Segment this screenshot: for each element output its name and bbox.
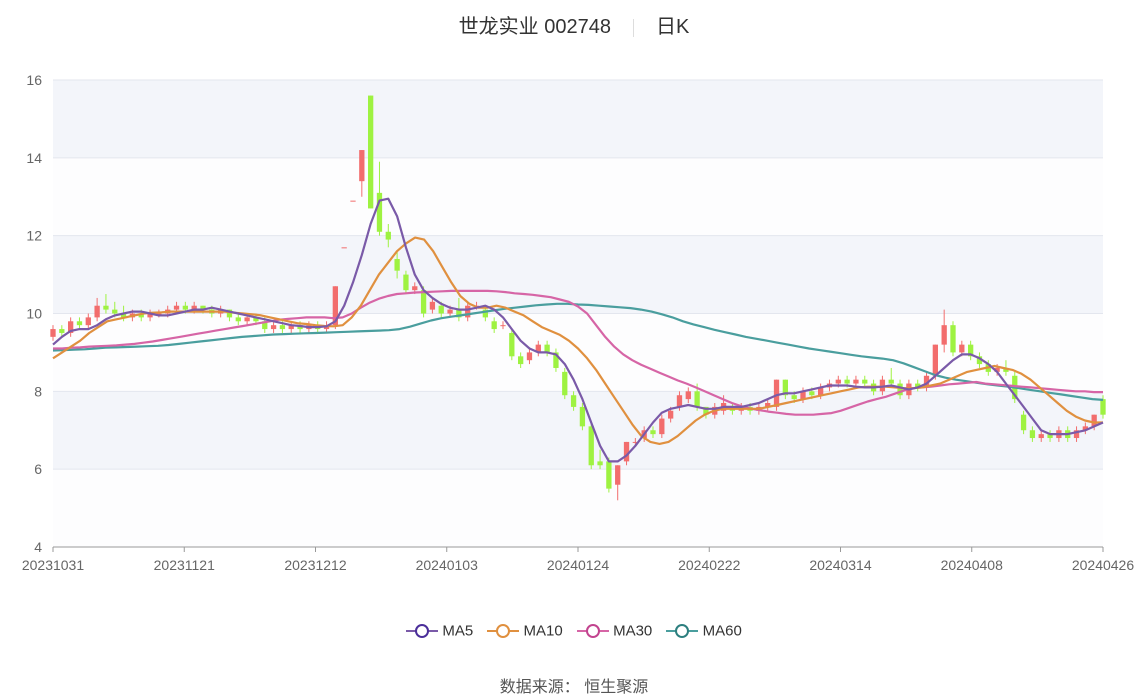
- candle-body: [570, 395, 577, 407]
- candle-body: [694, 391, 700, 407]
- y-tick-label: 14: [26, 150, 42, 166]
- candle-body: [588, 426, 594, 466]
- ma5-legend-icon: [406, 624, 439, 639]
- candle-body: [888, 379, 894, 384]
- candle-body: [1100, 399, 1106, 415]
- candle-body: [959, 344, 965, 353]
- candle-body: [341, 247, 347, 249]
- candle-body: [650, 430, 656, 435]
- grid-band: [53, 80, 1103, 158]
- legend-ma5[interactable]: MA5: [406, 622, 473, 640]
- candle-body: [791, 395, 797, 400]
- candle-body: [394, 259, 400, 271]
- candle-body: [50, 329, 56, 337]
- candle-body: [103, 305, 109, 310]
- candle-body: [279, 325, 286, 330]
- candle-body: [853, 379, 859, 384]
- x-tick-label: 20240124: [547, 557, 610, 573]
- candle-body: [182, 305, 188, 310]
- candle-body: [438, 305, 444, 314]
- data-source: 数据来源： 恒生聚源: [499, 679, 649, 696]
- y-tick-label: 4: [34, 539, 42, 555]
- candle-body: [1020, 414, 1027, 431]
- y-tick-label: 8: [34, 383, 42, 399]
- candle-body: [350, 200, 356, 202]
- candle-body: [676, 395, 683, 407]
- ma60-legend-icon: [666, 624, 699, 639]
- candle-body: [112, 309, 118, 314]
- candle-body: [544, 344, 550, 353]
- candle-body: [526, 352, 533, 361]
- candle-body: [597, 461, 603, 466]
- candle-body: [773, 379, 780, 407]
- candle-body: [403, 274, 409, 291]
- legend-ma60[interactable]: MA60: [666, 622, 742, 640]
- ma30-legend-icon: [576, 624, 609, 639]
- candle-body: [835, 379, 841, 384]
- candle-body: [685, 391, 691, 400]
- candle-body: [412, 286, 418, 291]
- kline-chart: 4 6 8 10 12 14 16 20231031 20231121 20231212 20240…: [22, 72, 1135, 573]
- candle-body: [623, 441, 630, 462]
- candle-body: [941, 325, 947, 345]
- candle-body: [615, 465, 621, 485]
- candle-body: [85, 317, 91, 326]
- candle-body: [844, 379, 850, 384]
- grid-band: [53, 235, 1103, 314]
- candle-body: [447, 309, 453, 314]
- legend-label: MA30: [613, 622, 653, 640]
- legend: MA5 MA10 MA30 MA60: [0, 622, 1148, 640]
- x-tick-label: 20240222: [678, 557, 741, 573]
- x-tick-label: 20240426: [1072, 557, 1135, 573]
- x-tick-label: 20240103: [416, 557, 479, 573]
- candle-body: [562, 371, 568, 396]
- x-tick-label: 20240408: [941, 557, 1004, 573]
- candle-body: [491, 321, 497, 330]
- y-tick-label: 16: [26, 72, 42, 88]
- candle-body: [244, 317, 250, 322]
- candle-body: [606, 461, 612, 489]
- legend-label: MA60: [702, 622, 742, 640]
- legend-label: MA10: [523, 622, 563, 640]
- candle-body: [376, 192, 383, 232]
- x-tick-label: 20240314: [809, 557, 872, 573]
- candle-body: [659, 418, 665, 435]
- candle-body: [173, 305, 180, 310]
- candle-body: [235, 317, 241, 322]
- candle-body: [932, 344, 938, 376]
- candle-body: [76, 321, 83, 326]
- candle-body: [579, 406, 586, 427]
- legend-label: MA5: [442, 622, 474, 640]
- ma10-legend-icon: [487, 624, 520, 639]
- x-tick-label: 20231031: [22, 557, 85, 573]
- candle-body: [368, 95, 374, 209]
- candle-body: [950, 325, 956, 353]
- y-tick-label: 6: [34, 461, 42, 477]
- candle-body: [59, 329, 65, 333]
- candle-body: [1038, 434, 1044, 439]
- candle-body: [809, 391, 815, 396]
- candle-body: [518, 356, 524, 365]
- candle-body: [509, 332, 515, 357]
- candle-body: [668, 410, 674, 419]
- candle-body: [270, 325, 277, 330]
- candle-body: [359, 150, 365, 182]
- grid-band: [53, 469, 1103, 547]
- x-tick-label: 20231212: [284, 557, 347, 573]
- x-tick-label: 20231121: [154, 557, 215, 573]
- candle-body: [500, 325, 506, 327]
- candle-body: [1029, 430, 1036, 439]
- legend-ma10[interactable]: MA10: [487, 622, 563, 640]
- candle-body: [862, 379, 868, 384]
- candle-body: [385, 231, 391, 240]
- y-tick-label: 10: [26, 306, 42, 322]
- candle-body: [429, 301, 436, 310]
- legend-ma30[interactable]: MA30: [576, 622, 653, 640]
- y-tick-label: 12: [26, 228, 42, 244]
- grid-band: [53, 391, 1103, 470]
- grid-band: [53, 157, 1103, 236]
- candle-body: [94, 305, 100, 318]
- candle-body: [420, 290, 427, 314]
